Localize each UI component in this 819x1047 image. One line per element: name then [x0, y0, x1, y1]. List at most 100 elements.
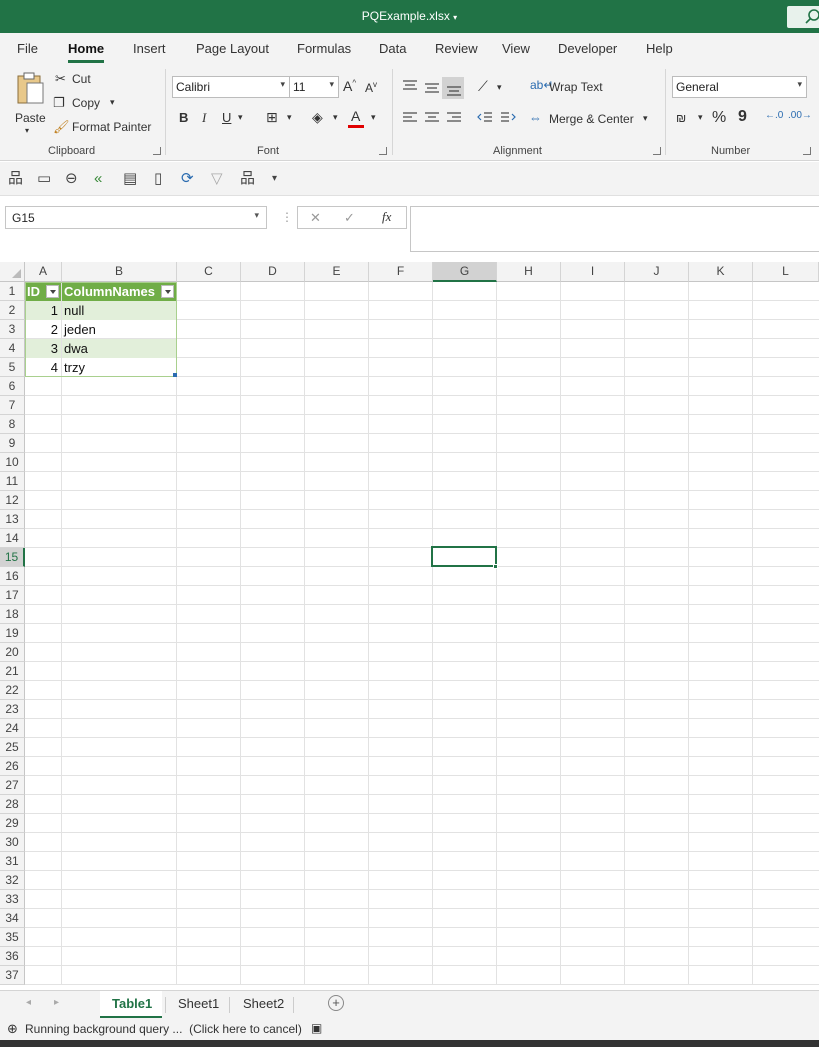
tab-view[interactable]: View	[502, 41, 530, 56]
tab-formulas[interactable]: Formulas	[297, 41, 351, 56]
table-header-columnnames[interactable]: ColumnNames	[62, 282, 176, 301]
row-header-13[interactable]: 13	[0, 510, 25, 529]
comma-style-button[interactable]: 9	[738, 109, 747, 125]
column-header-j[interactable]: J	[625, 262, 689, 282]
sheet-tab-sheet1[interactable]: Sheet1	[178, 996, 219, 1011]
row-header-24[interactable]: 24	[0, 719, 25, 738]
column-header-b[interactable]: B	[62, 262, 177, 282]
row-header-7[interactable]: 7	[0, 396, 25, 415]
table-cell-columnnames[interactable]: trzy	[62, 358, 176, 377]
increase-decimal-icon[interactable]: ←.0	[765, 111, 783, 121]
row-header-27[interactable]: 27	[0, 776, 25, 795]
column-header-d[interactable]: D	[241, 262, 305, 282]
font-name-combo[interactable]: Calibri ▾	[172, 76, 290, 98]
table-cell-id[interactable]: 3	[25, 339, 61, 358]
tab-page-layout[interactable]: Page Layout	[196, 41, 269, 56]
row-header-14[interactable]: 14	[0, 529, 25, 548]
row-header-10[interactable]: 10	[0, 453, 25, 472]
horizontal-align-icons[interactable]	[402, 111, 464, 125]
decrease-decimal-icon[interactable]: .00→	[788, 111, 812, 121]
add-sheet-button[interactable]: +	[328, 995, 344, 1011]
copy-button[interactable]: ❐ Copy ▾	[53, 95, 123, 113]
alignment-launcher-icon[interactable]	[653, 147, 661, 155]
row-header-31[interactable]: 31	[0, 852, 25, 871]
fill-handle[interactable]	[493, 564, 498, 569]
tree-icon[interactable]: 品	[240, 171, 255, 186]
borders-icon[interactable]: ⊞	[266, 110, 278, 124]
tab-file[interactable]: File	[17, 41, 38, 56]
row-header-17[interactable]: 17	[0, 586, 25, 605]
row-header-9[interactable]: 9	[0, 434, 25, 453]
filter-dropdown-icon[interactable]	[161, 285, 174, 298]
table-header-id[interactable]: ID	[25, 282, 61, 301]
filter-dropdown-icon[interactable]	[46, 285, 59, 298]
row-header-3[interactable]: 3	[0, 320, 25, 339]
next-sheet-icon[interactable]: ▸	[54, 997, 59, 1008]
formula-bar-splitter[interactable]: ⋮	[281, 210, 293, 224]
row-header-34[interactable]: 34	[0, 909, 25, 928]
format-painter-button[interactable]: 🖌 Format Painter	[53, 119, 153, 137]
sheet-tab-sheet2[interactable]: Sheet2	[243, 996, 284, 1011]
tab-developer[interactable]: Developer	[558, 41, 617, 56]
table-view-icon[interactable]: ▤	[123, 171, 137, 186]
cancel-icon[interactable]: ✕	[310, 211, 321, 224]
merge-center-button[interactable]: ⇔ Merge & Center ▾	[529, 111, 654, 129]
column-header-e[interactable]: E	[305, 262, 369, 282]
back-circle-icon[interactable]: ⊖	[65, 171, 78, 186]
chevron-down-icon[interactable]: ▾	[333, 113, 338, 122]
window-title[interactable]: PQExample.xlsx ▾	[0, 9, 819, 23]
fill-color-icon[interactable]: ◈	[312, 110, 323, 124]
orientation-icon[interactable]: ⟋	[478, 79, 488, 93]
font-launcher-icon[interactable]	[379, 147, 387, 155]
font-color-button[interactable]: A	[348, 109, 366, 129]
table-cell-columnnames[interactable]: null	[62, 301, 176, 320]
chevron-down-icon[interactable]: ▾	[371, 113, 376, 122]
row-header-11[interactable]: 11	[0, 472, 25, 491]
row-header-21[interactable]: 21	[0, 662, 25, 681]
tab-insert[interactable]: Insert	[133, 41, 166, 56]
clipboard-launcher-icon[interactable]	[153, 147, 161, 155]
document-icon[interactable]: ▯	[154, 171, 162, 186]
cut-button[interactable]: ✂ Cut	[55, 71, 115, 89]
formula-input[interactable]	[410, 206, 819, 252]
tab-home[interactable]: Home	[68, 41, 105, 63]
insert-function-icon[interactable]: fx	[382, 210, 391, 223]
customize-toolbar-icon[interactable]: ▾	[272, 174, 277, 184]
worksheet-grid[interactable]: ABCDEFGHIJKL 1 2 3 4 5 6 7 8 9 10 11 12 13 14 15 16 17 18…	[0, 262, 819, 990]
number-format-combo[interactable]: General ▾	[672, 76, 807, 98]
table-cell-columnnames[interactable]: jeden	[62, 320, 176, 339]
row-header-4[interactable]: 4	[0, 339, 25, 358]
row-header-26[interactable]: 26	[0, 757, 25, 776]
number-launcher-icon[interactable]	[803, 147, 811, 155]
select-all-button[interactable]	[0, 262, 25, 282]
row-header-28[interactable]: 28	[0, 795, 25, 814]
italic-button[interactable]: I	[202, 111, 206, 124]
row-header-12[interactable]: 12	[0, 491, 25, 510]
background-query-status[interactable]: Running background query ... (Click here…	[25, 1022, 302, 1036]
tab-review[interactable]: Review	[435, 41, 478, 56]
grow-font-button[interactable]: A^	[343, 79, 356, 93]
chevron-down-icon[interactable]: ▾	[698, 113, 703, 122]
active-cell[interactable]	[431, 546, 497, 567]
indent-icons[interactable]	[477, 111, 517, 125]
row-header-5[interactable]: 5	[0, 358, 25, 377]
underline-button[interactable]: U	[222, 111, 231, 124]
row-header-19[interactable]: 19	[0, 624, 25, 643]
bold-button[interactable]: B	[179, 111, 188, 124]
column-header-c[interactable]: C	[177, 262, 241, 282]
font-size-combo[interactable]: 11 ▾	[289, 76, 339, 98]
row-header-8[interactable]: 8	[0, 415, 25, 434]
column-header-a[interactable]: A	[25, 262, 62, 282]
hierarchy-icon[interactable]: 品	[8, 171, 23, 186]
column-header-k[interactable]: K	[689, 262, 753, 282]
row-header-2[interactable]: 2	[0, 301, 25, 320]
row-header-37[interactable]: 37	[0, 966, 25, 985]
search-button[interactable]	[787, 6, 819, 28]
table-cell-id[interactable]: 4	[25, 358, 61, 377]
column-header-i[interactable]: I	[561, 262, 625, 282]
column-header-g[interactable]: G	[433, 262, 497, 282]
row-header-15[interactable]: 15	[0, 548, 25, 567]
vertical-align-icons[interactable]	[402, 79, 464, 97]
sheet-tab-table1[interactable]: Table1	[112, 996, 152, 1011]
row-header-36[interactable]: 36	[0, 947, 25, 966]
